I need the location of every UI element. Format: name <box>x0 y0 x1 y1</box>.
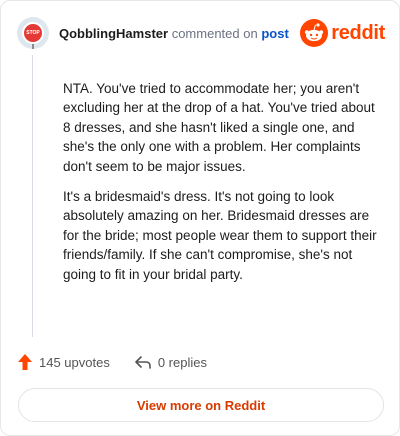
reply-arrow-icon <box>135 356 151 369</box>
comment-paragraph: It's a bridesmaid's dress. It's not goin… <box>63 189 377 282</box>
comment-body: NTA. You've tried to accommodate her; yo… <box>63 79 385 295</box>
byline-verb: commented on <box>171 25 258 41</box>
reply-count: 0 replies <box>157 354 207 370</box>
upvote-count: 145 upvotes <box>39 354 110 370</box>
upvote-button[interactable]: 145 upvotes <box>17 353 110 371</box>
replies-button[interactable]: 0 replies <box>134 354 207 370</box>
stop-sign-avatar-icon: STOP <box>22 22 44 44</box>
comment-actions: 145 upvotes 0 replies <box>17 353 207 371</box>
reddit-snoo-icon <box>300 19 329 47</box>
thread-line <box>32 55 33 337</box>
post-link[interactable]: post <box>261 26 288 41</box>
upvote-arrow-icon <box>18 354 32 370</box>
view-more-button[interactable]: View more on Reddit <box>18 388 384 422</box>
byline: QobblingHamster commented on post <box>59 26 289 41</box>
comment-header: STOP QobblingHamster commented on post r… <box>17 17 385 49</box>
avatar-sign-text: STOP <box>26 30 40 36</box>
user-avatar[interactable]: STOP <box>17 17 49 49</box>
reddit-wordmark: reddit <box>331 21 385 44</box>
reddit-brand[interactable]: reddit <box>300 19 385 47</box>
username-link[interactable]: QobblingHamster <box>59 26 168 41</box>
comment-paragraph: NTA. You've tried to accommodate her; yo… <box>63 81 375 174</box>
embedded-comment-card: STOP QobblingHamster commented on post r… <box>0 0 400 436</box>
